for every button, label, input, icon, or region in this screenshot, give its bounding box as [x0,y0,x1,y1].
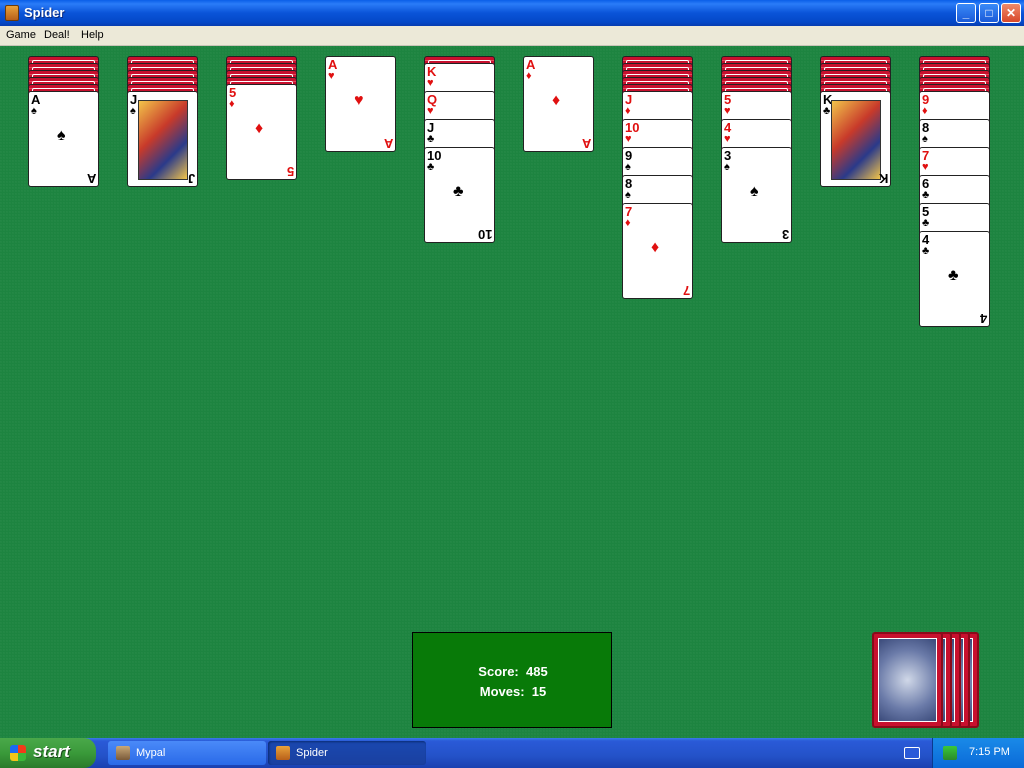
card-suit-icon: ♥ [724,105,731,117]
clock: 7:15 PM [969,746,1010,758]
card-rank-corner: J [187,171,195,186]
card-pip-icon: ♦ [552,92,561,109]
card-suit-icon: ♥ [427,77,434,89]
menu-bar: Game Deal! Help [0,26,1024,46]
card[interactable]: A ♠ ♠ A [28,91,99,187]
card-suit-icon: ♥ [427,105,434,117]
card-suit-icon: ♦ [229,98,235,110]
score-panel: Score: 485 Moves: 15 [412,632,612,728]
card-pip-icon: ♦ [651,239,660,256]
card-suit-icon: ♣ [427,161,435,173]
moves-value: 15 [531,684,547,699]
card-pip-icon: ♦ [255,120,264,137]
card-rank-corner: 5 [286,164,294,179]
window-title: Spider [24,5,65,20]
card-suit-icon: ♥ [328,70,335,82]
taskbar-item-mypal[interactable]: Mypal [108,741,266,765]
score-label: Score: [478,664,519,679]
network-icon[interactable] [943,746,957,760]
stock-card[interactable] [872,632,943,728]
card-suit-icon: ♠ [130,105,136,117]
card-suit-icon: ♠ [625,189,631,201]
card-suit-icon: ♦ [526,70,532,82]
keyboard-icon[interactable] [904,747,920,759]
close-button[interactable]: ✕ [1001,3,1021,23]
card-pip-icon: ♠ [750,183,759,200]
start-label: start [33,742,70,761]
score-row: Score: 485 [413,664,613,679]
maximize-button[interactable]: □ [979,3,999,23]
card[interactable]: A ♦ ♦ A [523,56,594,152]
card-suit-icon: ♣ [922,189,930,201]
card-pip-icon: ♣ [453,183,464,200]
card[interactable]: 10 ♣ ♣ 10 [424,147,495,243]
spider-app-icon [5,5,19,21]
card-suit-icon: ♠ [922,133,928,145]
card-pip-icon: ♠ [57,127,66,144]
card[interactable]: A ♥ ♥ A [325,56,396,152]
card[interactable]: 4 ♣ ♣ 4 [919,231,990,327]
card-rank-corner: K [878,171,888,186]
taskbar-item-spider[interactable]: Spider [268,741,426,765]
mypal-icon [116,746,130,760]
card-suit-icon: ♣ [823,105,831,117]
start-button[interactable]: start [0,738,96,768]
card[interactable]: J ♠ J [127,91,198,187]
card-rank-corner: A [86,171,96,186]
system-tray: 7:15 PM [932,738,1024,768]
taskbar-item-label: Mypal [136,747,166,759]
moves-label: Moves: [479,684,525,699]
menu-game[interactable]: Game [6,29,36,41]
taskbar-item-label: Spider [296,747,328,759]
card-rank-corner: A [581,136,591,151]
moves-row: Moves: 15 [413,684,613,699]
card-pip-icon: ♥ [354,92,364,109]
card-suit-icon: ♥ [724,133,731,145]
card-rank-corner: 7 [682,283,690,298]
card-suit-icon: ♦ [625,105,631,117]
card-pip-icon: ♣ [948,267,959,284]
court-card-art [831,100,881,180]
minimize-button[interactable]: _ [956,3,976,23]
taskbar: start Mypal Spider 7:15 PM [0,738,1024,768]
card[interactable]: 7 ♦ ♦ 7 [622,203,693,299]
card-suit-icon: ♦ [922,105,928,117]
card[interactable]: 3 ♠ ♠ 3 [721,147,792,243]
card-suit-icon: ♣ [922,245,930,257]
card-rank-corner: 4 [979,311,987,326]
card[interactable]: 5 ♦ ♦ 5 [226,84,297,180]
title-bar: Spider _ □ ✕ [0,0,1024,26]
court-card-art [138,100,188,180]
spider-web-icon [878,638,937,722]
spider-icon [276,746,290,760]
card-suit-icon: ♠ [31,105,37,117]
card-suit-icon: ♠ [724,161,730,173]
card[interactable]: K ♣ K [820,91,891,187]
card-suit-icon: ♦ [625,217,631,229]
score-value: 485 [526,664,548,679]
card-suit-icon: ♥ [625,133,632,145]
windows-logo-icon [10,745,26,761]
card-rank-corner: 10 [477,227,492,242]
card-rank-corner: 3 [781,227,789,242]
card-suit-icon: ♣ [922,217,930,229]
card-suit-icon: ♣ [427,133,435,145]
card-suit-icon: ♠ [625,161,631,173]
menu-help[interactable]: Help [81,29,104,41]
card-rank-corner: A [383,136,393,151]
menu-deal[interactable]: Deal! [44,29,70,41]
card-suit-icon: ♥ [922,161,929,173]
